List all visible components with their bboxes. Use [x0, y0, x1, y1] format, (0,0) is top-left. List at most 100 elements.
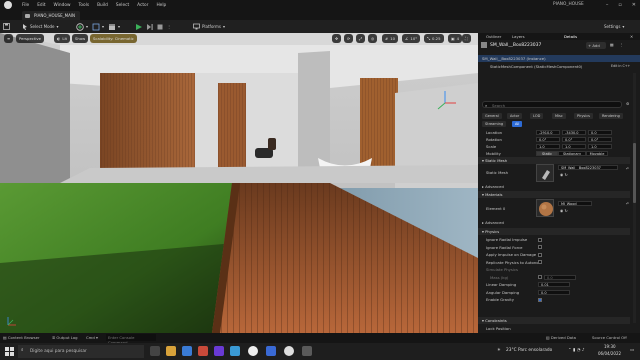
mobility-movable[interactable]: Movable — [586, 151, 608, 157]
mobility-static[interactable]: Static — [536, 151, 558, 157]
scene-render[interactable] — [0, 33, 478, 333]
advanced-row[interactable]: ▸ Advanced — [478, 183, 630, 191]
file-explorer-icon[interactable] — [166, 346, 176, 356]
lit-button[interactable]: ◐ Lit — [54, 34, 70, 43]
unreal-logo-icon[interactable] — [4, 1, 12, 9]
menu-select[interactable]: Select — [116, 3, 129, 8]
menu-help[interactable]: Help — [156, 3, 166, 8]
weather-text[interactable]: 23°C Parc ensolarado — [506, 348, 552, 353]
menu-edit[interactable]: Edit — [37, 3, 45, 8]
save-icon[interactable] — [3, 22, 10, 31]
unreal-engine-icon[interactable] — [248, 346, 258, 356]
select-mode-button[interactable]: Select Mode ▾ — [22, 22, 59, 31]
app-icon[interactable] — [230, 346, 240, 356]
camera-speed-button[interactable]: ▣ 4 — [448, 34, 463, 43]
notifications-icon[interactable]: ▭ — [630, 348, 634, 353]
level-viewport[interactable] — [0, 33, 478, 333]
step-button[interactable] — [147, 22, 153, 31]
cinematics-button[interactable]: ▾ — [108, 22, 120, 31]
scrollbar-thumb[interactable] — [633, 143, 636, 203]
tab-misc[interactable]: Misc — [552, 113, 566, 119]
actor-name[interactable]: SM_Wall__Box8223037 — [490, 43, 541, 48]
translate-tool-icon[interactable]: ✥ — [332, 34, 342, 43]
physics-checkbox[interactable] — [538, 260, 542, 265]
show-button[interactable]: Show — [72, 34, 89, 43]
tab-physics[interactable]: Physics — [574, 113, 593, 119]
menu-window[interactable]: Window — [54, 3, 71, 8]
location-x[interactable]: -2910.0 — [536, 130, 560, 136]
menu-file[interactable]: File — [22, 3, 29, 8]
scale-x[interactable]: 1.0 — [536, 144, 560, 150]
browse-icon[interactable]: ◉ ↻ — [560, 208, 568, 213]
maximize-icon[interactable]: ▫ — [618, 2, 621, 8]
location-z[interactable]: 0.0 — [588, 130, 612, 136]
blueprint-icon[interactable]: ▦ — [610, 42, 614, 47]
platforms-button[interactable]: Platforms ▾ — [193, 22, 225, 31]
tab-outliner[interactable]: Outliner — [486, 34, 501, 39]
tab-rendering[interactable]: Rendering — [599, 113, 623, 119]
windows-start-icon[interactable] — [5, 347, 14, 356]
physics-section[interactable]: ▾ Physics — [478, 228, 630, 235]
static-mesh-picker[interactable]: SM_Wall__Box8223037 — [558, 165, 618, 170]
kebab-icon[interactable]: ⋮ — [620, 42, 624, 47]
browse-icon[interactable]: ◉ ↻ — [560, 172, 568, 177]
edge-icon[interactable] — [182, 346, 192, 356]
tab-details[interactable]: Details — [564, 34, 577, 39]
component-row[interactable]: StaticMeshComponent (StaticMeshComponent… — [478, 63, 640, 70]
tab-all[interactable]: All — [512, 121, 523, 127]
level-tab[interactable]: PIANO_HOUSE_MAIN — [22, 11, 80, 20]
physics-checkbox[interactable] — [538, 252, 542, 257]
details-scrollbar[interactable] — [633, 73, 636, 323]
angle-snap-button[interactable]: ∠ 10° — [402, 34, 421, 43]
source-control-button[interactable]: Source Control Off — [592, 335, 627, 340]
add-component-button[interactable]: + Add — [586, 42, 606, 49]
physics-checkbox[interactable] — [538, 237, 542, 242]
materials-section[interactable]: ▾ Materials — [478, 191, 630, 198]
material-thumbnail[interactable] — [536, 199, 554, 217]
clock-time[interactable]: 19:30 — [604, 344, 616, 349]
stop-button[interactable] — [157, 22, 163, 31]
tab-general[interactable]: General — [482, 113, 502, 119]
play-button[interactable] — [136, 22, 142, 31]
play-options-button[interactable]: ⋮ — [167, 22, 171, 31]
tab-lod[interactable]: LOD — [530, 113, 544, 119]
world-local-icon[interactable]: ◎ — [368, 34, 378, 43]
derived-data-button[interactable]: ▥ Derived Data — [546, 335, 576, 340]
tab-layers[interactable]: Layers — [512, 34, 525, 39]
details-search-input[interactable]: ⌕ Search — [482, 101, 622, 108]
system-tray-icons[interactable]: ⌃ ▮ ◔ ♪ — [568, 348, 585, 353]
blueprint-button[interactable]: ▾ — [92, 22, 104, 31]
app-icon[interactable] — [198, 346, 208, 356]
advanced-row[interactable]: ▸ Advanced — [478, 219, 630, 227]
menu-actor[interactable]: Actor — [137, 3, 148, 8]
cmd-button[interactable]: Cmd ▾ — [86, 335, 98, 340]
menu-build[interactable]: Build — [97, 3, 108, 8]
tab-streaming[interactable]: Streaming — [482, 121, 507, 127]
angular-damping-field[interactable]: 0.0 — [538, 289, 570, 295]
physics-checkbox[interactable] — [538, 275, 542, 280]
enable-gravity-checkbox[interactable] — [538, 297, 542, 302]
rotation-z[interactable]: 0.0° — [588, 137, 612, 143]
output-log-button[interactable]: ≣ Output Log — [52, 335, 78, 340]
content-browser-button[interactable]: ▤ Content Browser — [3, 335, 40, 340]
app-icon[interactable] — [266, 346, 276, 356]
app-icon[interactable] — [302, 346, 312, 356]
mesh-thumbnail[interactable] — [536, 164, 554, 182]
location-y[interactable]: -3430.0 — [562, 130, 586, 136]
settings-icon[interactable]: ⚙ — [626, 101, 629, 106]
rotation-y[interactable]: 0.0° — [562, 137, 586, 143]
scalability-warning[interactable]: Scalability: Cinematic — [90, 34, 137, 43]
scale-tool-icon[interactable]: ⤢ — [356, 34, 366, 43]
maximize-viewport-icon[interactable]: ⛶ — [462, 34, 471, 43]
viewport-options-button[interactable]: ≡ — [4, 34, 14, 43]
task-view-icon[interactable] — [150, 346, 160, 356]
perspective-button[interactable]: Perspective — [16, 34, 44, 43]
linear-damping-field[interactable]: 0.01 — [538, 282, 570, 288]
mobility-stationary[interactable]: Stationary — [558, 151, 586, 157]
clock-date[interactable]: 06/04/2022 — [598, 351, 621, 356]
grid-snap-button[interactable]: # 10 — [382, 34, 399, 43]
taskbar-search-input[interactable]: ⌕ Digite aqui para pesquisar — [18, 345, 144, 358]
reset-icon[interactable]: ↶ — [626, 166, 629, 171]
scale-snap-button[interactable]: ⤡ 0.25 — [424, 34, 444, 43]
scale-z[interactable]: 1.0 — [588, 144, 612, 150]
